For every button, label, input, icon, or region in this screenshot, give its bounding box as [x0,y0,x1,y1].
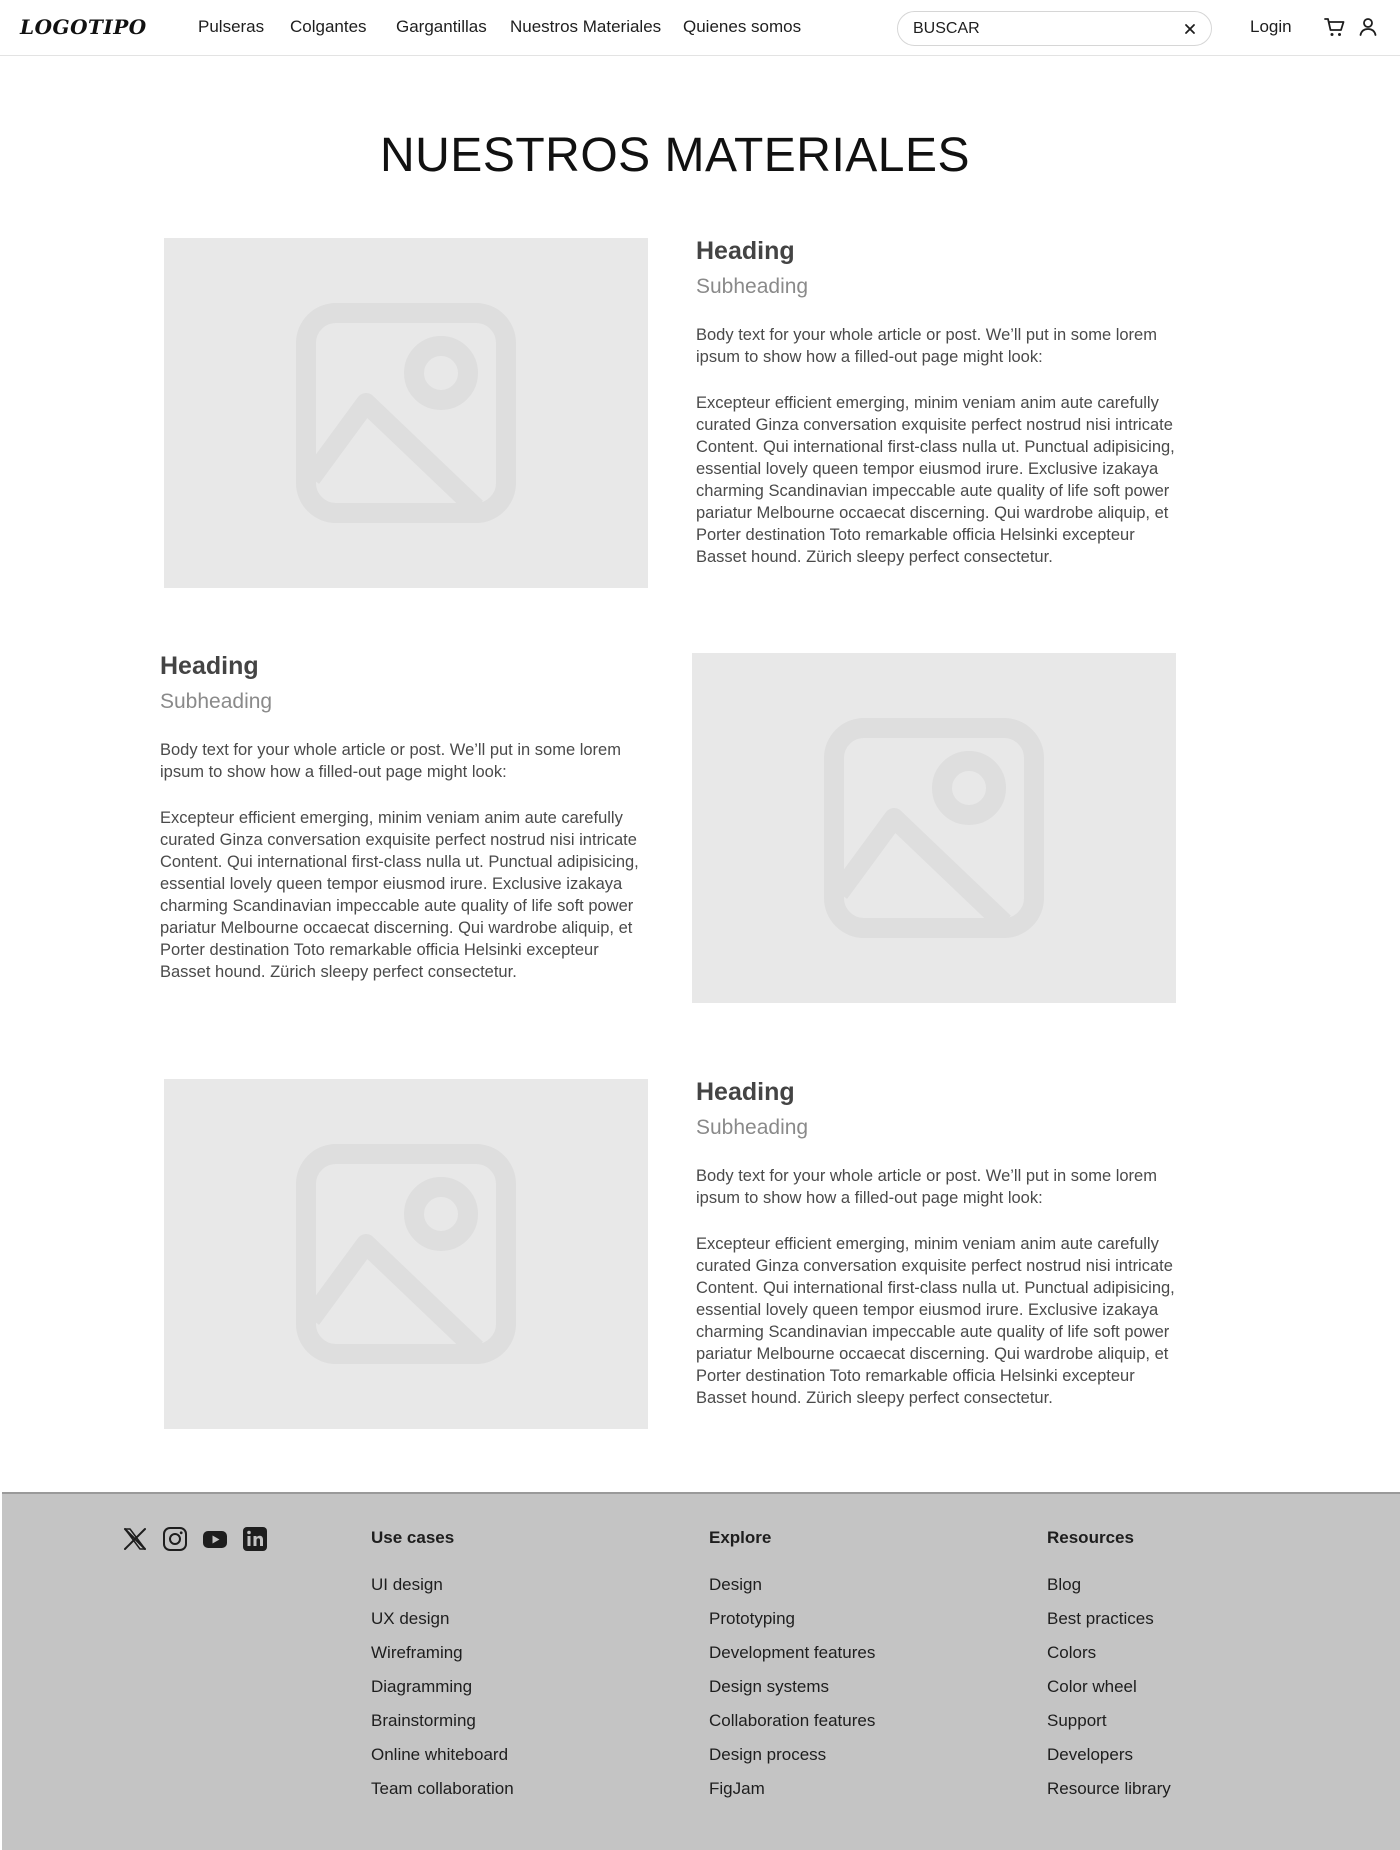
footer-column-resources: Resources Blog Best practices Colors Col… [1047,1528,1171,1806]
footer-column-use-cases: Use cases UI design UX design Wireframin… [371,1528,514,1806]
footer-link[interactable]: Design systems [709,1670,875,1704]
article-body: Excepteur efficient emerging, minim veni… [160,809,639,981]
footer-link[interactable]: Design process [709,1738,875,1772]
article-intro: Body text for your whole article or post… [696,1167,1157,1207]
article-heading: Heading [160,652,259,680]
article-intro: Body text for your whole article or post… [160,741,621,781]
article-2: Heading Subheading Body text for your wh… [160,651,650,983]
instagram-icon[interactable] [162,1526,188,1552]
cart-icon[interactable] [1323,15,1347,39]
footer-link[interactable]: Blog [1047,1568,1171,1602]
footer-link[interactable]: Online whiteboard [371,1738,514,1772]
linkedin-icon[interactable] [242,1526,268,1552]
footer-link[interactable]: Best practices [1047,1602,1171,1636]
login-link[interactable]: Login [1250,17,1292,37]
footer-column-title: Resources [1047,1528,1134,1547]
x-icon[interactable] [122,1526,148,1552]
article-heading: Heading [696,1078,795,1106]
footer-link[interactable]: UI design [371,1568,514,1602]
nav-item-nuestros-materiales[interactable]: Nuestros Materiales [510,17,661,37]
footer-link[interactable]: Color wheel [1047,1670,1171,1704]
article-heading: Heading [696,237,795,265]
footer-link[interactable]: Team collaboration [371,1772,514,1806]
article-body: Excepteur efficient emerging, minim veni… [696,394,1175,566]
image-placeholder [164,238,648,588]
article-1: Heading Subheading Body text for your wh… [696,236,1186,568]
footer-link[interactable]: Design [709,1568,875,1602]
article-3: Heading Subheading Body text for your wh… [696,1077,1186,1409]
image-icon [296,1144,516,1364]
article-subheading: Subheading [696,275,809,298]
article-body: Excepteur efficient emerging, minim veni… [696,1235,1175,1407]
image-placeholder [692,653,1176,1003]
logo[interactable]: LOGOTIPO [20,15,147,39]
article-subheading: Subheading [160,690,273,713]
article-intro: Body text for your whole article or post… [696,326,1157,366]
image-placeholder [164,1079,648,1429]
footer-link[interactable]: Prototyping [709,1602,875,1636]
footer-link[interactable]: Brainstorming [371,1704,514,1738]
nav-item-quienes-somos[interactable]: Quienes somos [683,17,801,37]
footer-link[interactable]: Support [1047,1704,1171,1738]
nav-item-pulseras[interactable]: Pulseras [198,17,264,37]
footer-link[interactable]: Resource library [1047,1772,1171,1806]
page-title: NUESTROS MATERIALES [379,129,971,182]
site-header: LOGOTIPO Pulseras Colgantes Gargantillas… [0,0,1400,56]
footer-link[interactable]: Diagramming [371,1670,514,1704]
footer-link[interactable]: UX design [371,1602,514,1636]
footer-link[interactable]: Development features [709,1636,875,1670]
site-footer: Use cases UI design UX design Wireframin… [2,1492,1400,1850]
footer-link[interactable]: FigJam [709,1772,875,1806]
nav-item-colgantes[interactable]: Colgantes [290,17,367,37]
nav-item-gargantillas[interactable]: Gargantillas [396,17,487,37]
user-icon[interactable] [1356,15,1380,39]
footer-link[interactable]: Developers [1047,1738,1171,1772]
close-icon[interactable] [1181,20,1199,38]
footer-link[interactable]: Colors [1047,1636,1171,1670]
footer-column-title: Use cases [371,1528,455,1547]
footer-link[interactable]: Collaboration features [709,1704,875,1738]
youtube-icon[interactable] [202,1526,228,1552]
footer-column-explore: Explore Design Prototyping Development f… [709,1528,875,1806]
footer-link[interactable]: Wireframing [371,1636,514,1670]
article-subheading: Subheading [696,1116,809,1139]
search-box [897,11,1212,46]
image-icon [296,303,516,523]
footer-column-title: Explore [709,1528,772,1547]
search-input[interactable] [913,19,1163,39]
image-icon [824,718,1044,938]
